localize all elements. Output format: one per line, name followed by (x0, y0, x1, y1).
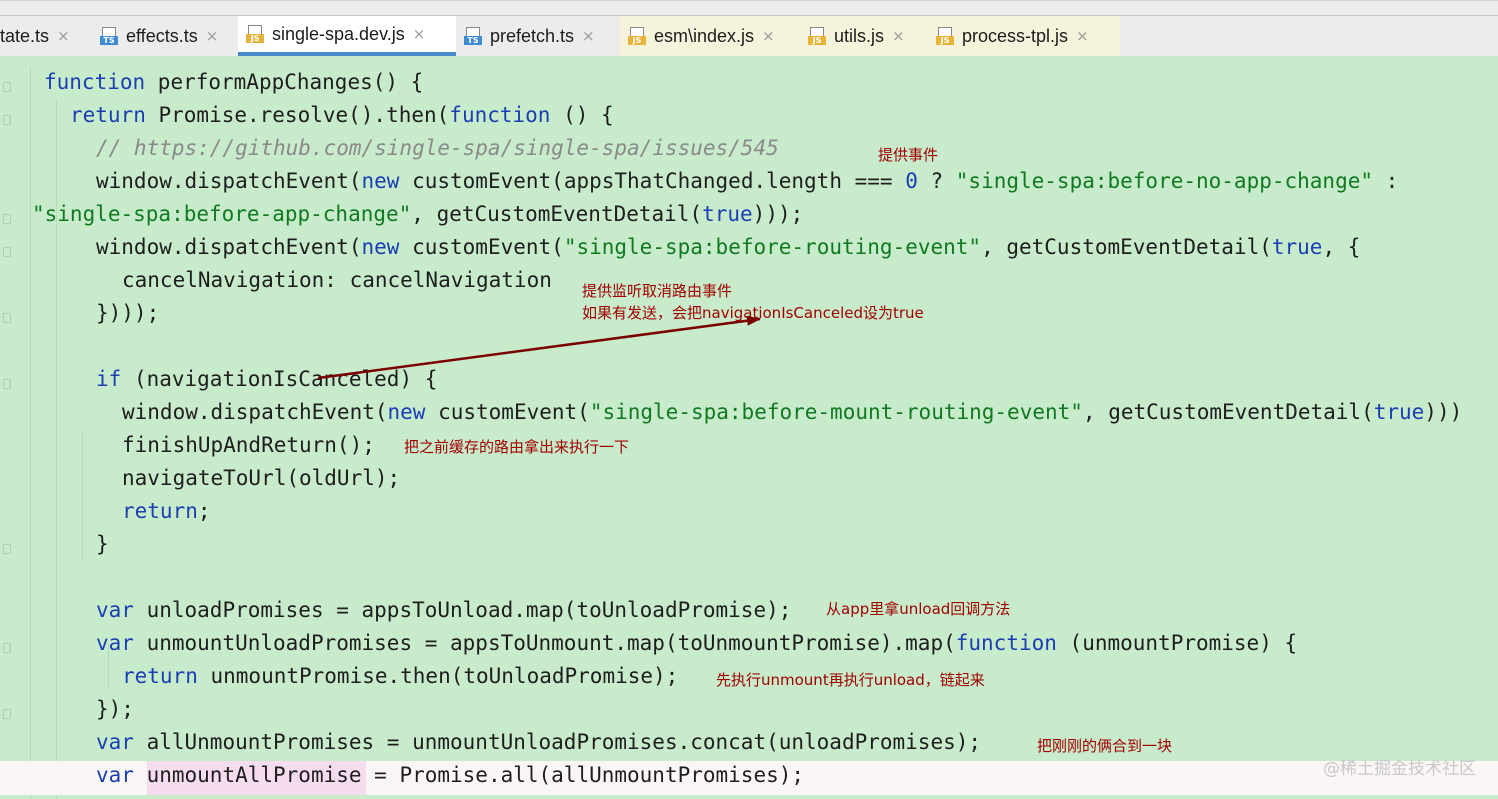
tab-label: tate.ts (0, 25, 50, 46)
close-icon[interactable]: × (206, 27, 219, 45)
tab-label: utils.js (834, 25, 885, 46)
tab-label: esm\index.js (654, 25, 755, 46)
close-icon[interactable]: × (762, 27, 775, 45)
js-file-icon: JS (246, 25, 264, 43)
watermark: @稀土掘金技术社区 (1323, 759, 1476, 779)
tab-4[interactable]: JS esm\index.js × (620, 16, 800, 56)
tab-5[interactable]: JS utils.js × (800, 16, 928, 56)
tab-2[interactable]: JS single-spa.dev.js × (238, 16, 456, 56)
annotation-arrow (317, 315, 761, 380)
tab-label: single-spa.dev.js (272, 23, 405, 44)
close-icon[interactable]: × (582, 27, 595, 45)
close-icon[interactable]: × (57, 27, 70, 45)
ts-file-icon: TS (100, 27, 118, 45)
js-file-icon: JS (936, 27, 954, 45)
js-file-icon: JS (808, 27, 826, 45)
tab-label: effects.ts (126, 25, 198, 46)
tab-6[interactable]: JS process-tpl.js × (928, 16, 1120, 56)
ts-file-icon: TS (464, 27, 482, 45)
tab-label: prefetch.ts (490, 25, 575, 46)
code-editor[interactable]: function performAppChanges() {return Pro… (0, 56, 1498, 799)
tab-0[interactable]: tate.ts × (0, 16, 92, 56)
close-icon[interactable]: × (413, 25, 426, 43)
tab-label: process-tpl.js (962, 25, 1069, 46)
js-file-icon: JS (628, 27, 646, 45)
close-icon[interactable]: × (1076, 27, 1089, 45)
close-icon[interactable]: × (892, 27, 905, 45)
tab-1[interactable]: TS effects.ts × (92, 16, 238, 56)
tab-3[interactable]: TS prefetch.ts × (456, 16, 620, 56)
editor-tab-bar: tate.ts × TS effects.ts × JS single-spa.dev.js… (0, 0, 1498, 57)
